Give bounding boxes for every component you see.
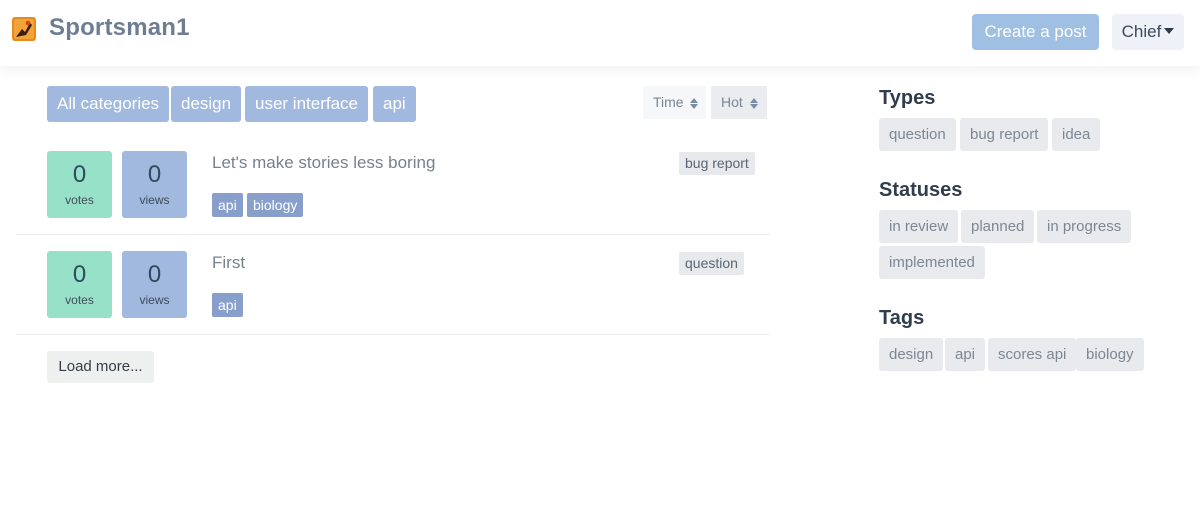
sort-time-label: Time <box>653 94 684 110</box>
user-menu-label: Chief <box>1121 22 1162 41</box>
status-filter-in-review[interactable]: in review <box>879 210 959 243</box>
sort-arrows-icon <box>690 97 699 109</box>
views-label: views <box>139 193 170 207</box>
post-tag[interactable]: api <box>212 293 243 317</box>
type-filter-question[interactable]: question <box>879 118 956 151</box>
type-filter-bug-report[interactable]: bug report <box>960 118 1049 151</box>
post-type-badge: question <box>679 252 744 275</box>
site-title[interactable]: Sportsman1 <box>49 14 190 42</box>
views-box: 0 views <box>122 251 187 318</box>
post-row: 0 votes 0 views Let's make stories less … <box>16 135 770 235</box>
site-logo-icon[interactable] <box>12 17 36 41</box>
tag-filter-biology[interactable]: biology <box>1076 338 1144 371</box>
votes-label: votes <box>65 193 94 207</box>
views-label: views <box>139 293 170 307</box>
tag-filter-design[interactable]: design <box>879 338 944 371</box>
votes-box[interactable]: 0 votes <box>47 251 112 318</box>
post-type-badge: bug report <box>679 152 755 175</box>
statuses-heading: Statuses <box>879 179 963 201</box>
status-filter-in-progress[interactable]: in progress <box>1037 210 1132 243</box>
post-title[interactable]: First <box>212 253 245 273</box>
tags-heading: Tags <box>879 307 925 329</box>
sort-hot-label: Hot <box>721 94 743 110</box>
user-menu-button[interactable]: Chief <box>1112 14 1184 50</box>
load-more-button[interactable]: Load more... <box>47 351 154 383</box>
sort-time-button[interactable]: Time <box>643 86 706 119</box>
create-post-button[interactable]: Create a post <box>972 14 1099 50</box>
status-filter-implemented[interactable]: implemented <box>879 246 985 279</box>
post-tag[interactable]: biology <box>247 193 304 217</box>
votes-count: 0 <box>72 261 87 288</box>
status-filter-planned[interactable]: planned <box>961 210 1035 243</box>
post-row: 0 votes 0 views First question api <box>16 235 770 335</box>
tag-filter-scores-api[interactable]: scores api <box>988 338 1077 371</box>
sort-hot-button[interactable]: Hot <box>711 86 767 119</box>
views-count: 0 <box>147 261 162 288</box>
type-filter-idea[interactable]: idea <box>1052 118 1101 151</box>
chevron-down-icon <box>1164 28 1175 35</box>
views-box: 0 views <box>122 151 187 218</box>
votes-box[interactable]: 0 votes <box>47 151 112 218</box>
votes-label: votes <box>65 293 94 307</box>
top-header: Sportsman1 Create a post Chief <box>0 0 1200 66</box>
post-tag[interactable]: api <box>212 193 243 217</box>
types-heading: Types <box>879 87 936 109</box>
category-chip-all[interactable]: All categories <box>47 86 170 122</box>
category-chip-design[interactable]: design <box>171 86 242 122</box>
sort-arrows-icon <box>749 97 758 109</box>
tag-filter-api[interactable]: api <box>945 338 986 371</box>
post-title[interactable]: Let's make stories less boring <box>212 153 435 173</box>
category-chip-user-interface[interactable]: user interface <box>245 86 368 122</box>
votes-count: 0 <box>72 161 87 188</box>
category-chip-api[interactable]: api <box>373 86 416 122</box>
views-count: 0 <box>147 161 162 188</box>
